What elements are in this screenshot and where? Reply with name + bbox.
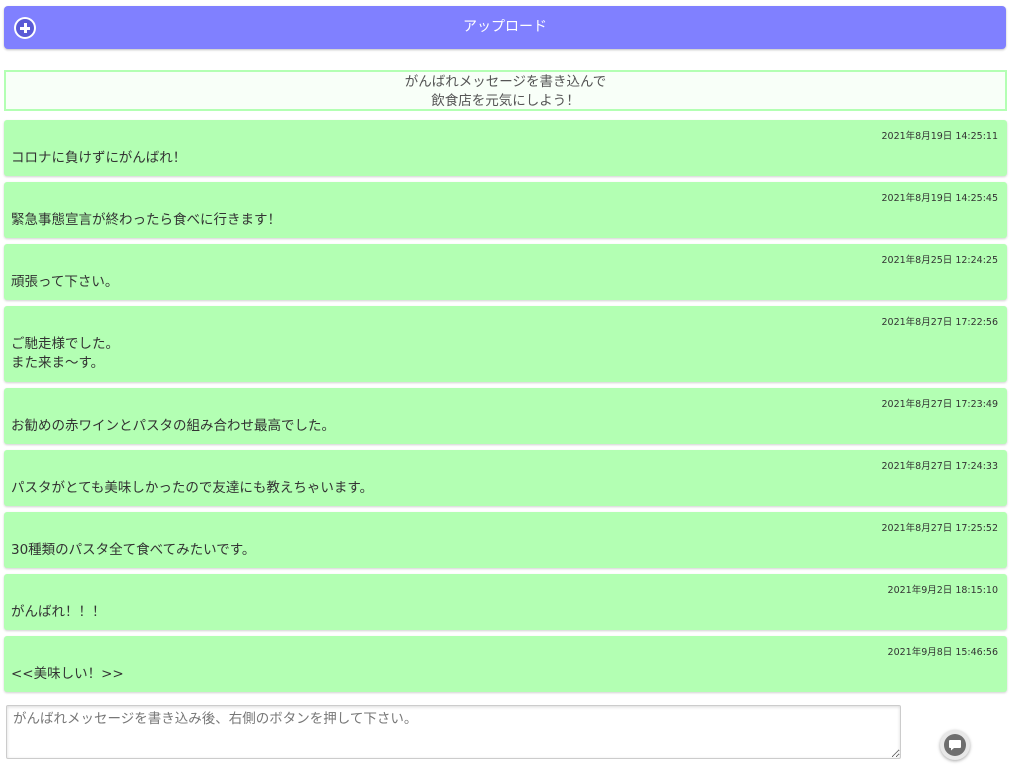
message-timestamp: 2021年9月8日 15:46:56 xyxy=(887,647,998,658)
message-list: 2021年8月19日 14:25:11 コロナに負けずにがんばれ！ 2021年8… xyxy=(4,120,1007,698)
message-card: 2021年8月27日 17:25:52 30種類のパスタ全て食べてみたいです。 xyxy=(4,512,1007,568)
message-text: 緊急事態宣言が終わったら食べに行きます！ xyxy=(11,212,281,228)
cheer-message-input[interactable] xyxy=(6,705,901,759)
message-text: パスタがとても美味しかったので友達にも教えちゃいます。 xyxy=(11,480,374,496)
message-timestamp: 2021年8月27日 17:25:52 xyxy=(881,523,999,534)
message-text: 30種類のパスタ全て食べてみたいです。 xyxy=(11,542,256,558)
chat-bubble-icon xyxy=(944,734,966,756)
cheer-banner: がんばれメッセージを書き込んで 飲食店を元気にしよう！ xyxy=(4,70,1007,111)
message-text: コロナに負けずにがんばれ！ xyxy=(11,150,187,166)
message-card: 2021年8月27日 17:23:49 お勧めの赤ワインとパスタの組み合わせ最高… xyxy=(4,388,1007,444)
banner-line-2: 飲食店を元気にしよう！ xyxy=(431,93,580,109)
message-timestamp: 2021年8月27日 17:24:33 xyxy=(881,461,999,472)
message-timestamp: 2021年8月27日 17:23:49 xyxy=(881,399,999,410)
message-timestamp: 2021年8月27日 17:22:56 xyxy=(881,317,999,328)
message-card: 2021年8月19日 14:25:11 コロナに負けずにがんばれ！ xyxy=(4,120,1007,176)
message-text: <<美味しい！>> xyxy=(11,666,124,682)
message-card: 2021年9月8日 15:46:56 <<美味しい！>> xyxy=(4,636,1007,692)
banner-line-1: がんばれメッセージを書き込んで xyxy=(404,74,607,90)
message-text: がんばれ！！！ xyxy=(11,604,106,620)
message-card: 2021年8月27日 17:22:56 ご馳走様でした。 また来ま～す。 xyxy=(4,306,1007,382)
message-timestamp: 2021年8月19日 14:25:45 xyxy=(881,193,999,204)
message-text: 頑張って下さい。 xyxy=(11,274,119,290)
message-timestamp: 2021年8月25日 12:24:25 xyxy=(881,255,999,266)
upload-button[interactable]: アップロード xyxy=(4,6,1006,49)
message-text: お勧めの赤ワインとパスタの組み合わせ最高でした。 xyxy=(11,418,335,434)
message-timestamp: 2021年8月19日 14:25:11 xyxy=(881,131,999,142)
send-button[interactable] xyxy=(940,730,970,760)
message-text: ご馳走様でした。 また来ま～す。 xyxy=(11,336,119,371)
upload-label: アップロード xyxy=(463,19,547,35)
message-timestamp: 2021年9月2日 18:15:10 xyxy=(887,585,998,596)
message-card: 2021年8月25日 12:24:25 頑張って下さい。 xyxy=(4,244,1007,300)
message-card: 2021年8月19日 14:25:45 緊急事態宣言が終わったら食べに行きます！ xyxy=(4,182,1007,238)
message-card: 2021年9月2日 18:15:10 がんばれ！！！ xyxy=(4,574,1007,630)
message-card: 2021年8月27日 17:24:33 パスタがとても美味しかったので友達にも教… xyxy=(4,450,1007,506)
